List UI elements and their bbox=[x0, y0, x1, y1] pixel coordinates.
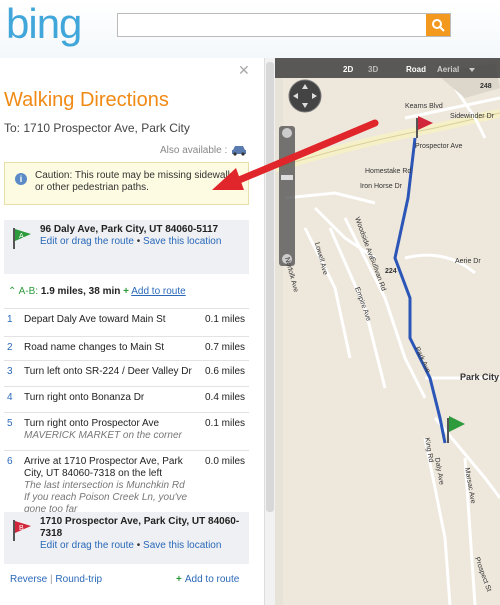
flag-a-icon[interactable]: A bbox=[10, 226, 34, 250]
header: bing bbox=[0, 0, 500, 58]
map-label: 224 bbox=[385, 268, 397, 275]
summary-label: A-B: bbox=[18, 286, 39, 297]
step-text: Turn left onto SR-224 / Deer Valley Dr bbox=[24, 366, 192, 377]
step-distance: 0.6 miles bbox=[205, 366, 246, 377]
search-button[interactable] bbox=[426, 14, 450, 36]
step-number: 4 bbox=[7, 392, 13, 403]
step-text: Turn right onto Bonanza Dr bbox=[24, 392, 145, 403]
step-4[interactable]: 4 Turn right onto Bonanza Dr 0.4 miles bbox=[4, 386, 249, 412]
map-label: 248 bbox=[480, 83, 492, 90]
map-label: Kearns Blvd bbox=[405, 103, 443, 110]
caution-text: Caution: This route may be missing sidew… bbox=[35, 170, 238, 193]
end-address: 1710 Prospector Ave, Park City, UT 84060… bbox=[40, 516, 240, 539]
info-icon: i bbox=[15, 173, 27, 185]
step-number: 1 bbox=[7, 314, 13, 325]
step-text: Arrive at 1710 Prospector Ave, Park City… bbox=[24, 456, 183, 479]
step-number: 2 bbox=[7, 342, 13, 353]
end-separator: • bbox=[136, 540, 141, 551]
annotation-arrow bbox=[212, 119, 379, 190]
map-label: Aerie Dr bbox=[455, 258, 481, 265]
step-distance: 0.1 miles bbox=[205, 418, 246, 429]
map-label: Park City bbox=[460, 372, 499, 382]
step-distance: 0.1 miles bbox=[205, 314, 246, 325]
step-text: Road name changes to Main St bbox=[24, 342, 165, 353]
step-2[interactable]: 2 Road name changes to Main St 0.7 miles bbox=[4, 336, 249, 360]
step-number: 6 bbox=[7, 456, 13, 467]
step-number: 3 bbox=[7, 366, 13, 377]
step-distance: 0.7 miles bbox=[205, 342, 246, 353]
footer-add: + Add to route bbox=[176, 574, 239, 585]
roundtrip-link[interactable]: Round-trip bbox=[55, 574, 102, 585]
reverse-link[interactable]: Reverse bbox=[10, 574, 47, 585]
step-text-block: Arrive at 1710 Prospector Ave, Park City… bbox=[24, 456, 202, 516]
end-save-link[interactable]: Save this location bbox=[143, 540, 221, 551]
start-edit-link[interactable]: Edit or drag the route bbox=[40, 236, 134, 247]
route-options: Reverse | Round-trip bbox=[10, 574, 102, 585]
step-note: MAVERICK MARKET on the corner bbox=[24, 430, 182, 441]
map-pan-control[interactable] bbox=[288, 79, 322, 113]
flag-a-letter: A bbox=[19, 233, 24, 240]
step-note: The last intersection is Munchkin Rd bbox=[24, 480, 185, 491]
add-to-route-link[interactable]: Add to route bbox=[131, 286, 185, 297]
search-input[interactable] bbox=[118, 14, 418, 34]
start-separator: • bbox=[136, 236, 141, 247]
summary-distance: 1.9 miles, 38 min bbox=[40, 286, 121, 297]
start-address: 96 Daly Ave, Park City, UT 84060-5117 bbox=[40, 224, 219, 235]
end-edit-link[interactable]: Edit or drag the route bbox=[40, 540, 134, 551]
footer-separator: | bbox=[50, 574, 53, 585]
step-text-block: Turn right onto Prospector Ave MAVERICK M… bbox=[24, 418, 194, 442]
page-title: Walking Directions bbox=[4, 89, 169, 111]
step-distance: 0.0 miles bbox=[205, 456, 246, 467]
flag-b-icon[interactable]: B bbox=[10, 518, 34, 542]
start-location: A 96 Daly Ave, Park City, UT 84060-5117 … bbox=[4, 220, 249, 274]
view-road[interactable]: Road bbox=[406, 65, 426, 74]
view-2d[interactable]: 2D bbox=[343, 65, 353, 74]
route-summary: ⌃ A-B: 1.9 miles, 38 min + Add to route bbox=[8, 286, 186, 297]
footer-plus-icon[interactable]: + bbox=[176, 574, 182, 585]
map-label: Prospector Ave bbox=[415, 143, 462, 150]
start-save-link[interactable]: Save this location bbox=[143, 236, 221, 247]
end-location: B 1710 Prospector Ave, Park City, UT 840… bbox=[4, 512, 249, 564]
step-number: 5 bbox=[7, 418, 13, 429]
search-icon bbox=[432, 19, 445, 32]
flag-b-letter: B bbox=[19, 525, 24, 532]
step-text: Turn right onto Prospector Ave bbox=[24, 418, 160, 429]
search-box[interactable] bbox=[117, 13, 451, 37]
step-1[interactable]: 1 Depart Daly Ave toward Main St 0.1 mil… bbox=[4, 308, 249, 336]
destination-label: To: 1710 Prospector Ave, Park City bbox=[4, 121, 190, 135]
view-3d[interactable]: 3D bbox=[368, 65, 378, 74]
close-icon[interactable]: ✕ bbox=[238, 62, 250, 79]
step-6[interactable]: 6 Arrive at 1710 Prospector Ave, Park Ci… bbox=[4, 450, 249, 515]
bing-logo[interactable]: bing bbox=[6, 0, 82, 48]
step-3[interactable]: 3 Turn left onto SR-224 / Deer Valley Dr… bbox=[4, 360, 249, 386]
collapse-icon[interactable]: ⌃ bbox=[8, 286, 16, 297]
view-aerial[interactable]: Aerial bbox=[437, 65, 459, 74]
step-5[interactable]: 5 Turn right onto Prospector Ave MAVERICK… bbox=[4, 412, 249, 450]
footer-add-link[interactable]: Add to route bbox=[185, 574, 239, 585]
map-label: Sidewinder Dr bbox=[450, 113, 495, 120]
plus-icon[interactable]: + bbox=[123, 286, 129, 297]
step-distance: 0.4 miles bbox=[205, 392, 246, 403]
step-text: Depart Daly Ave toward Main St bbox=[24, 314, 166, 325]
